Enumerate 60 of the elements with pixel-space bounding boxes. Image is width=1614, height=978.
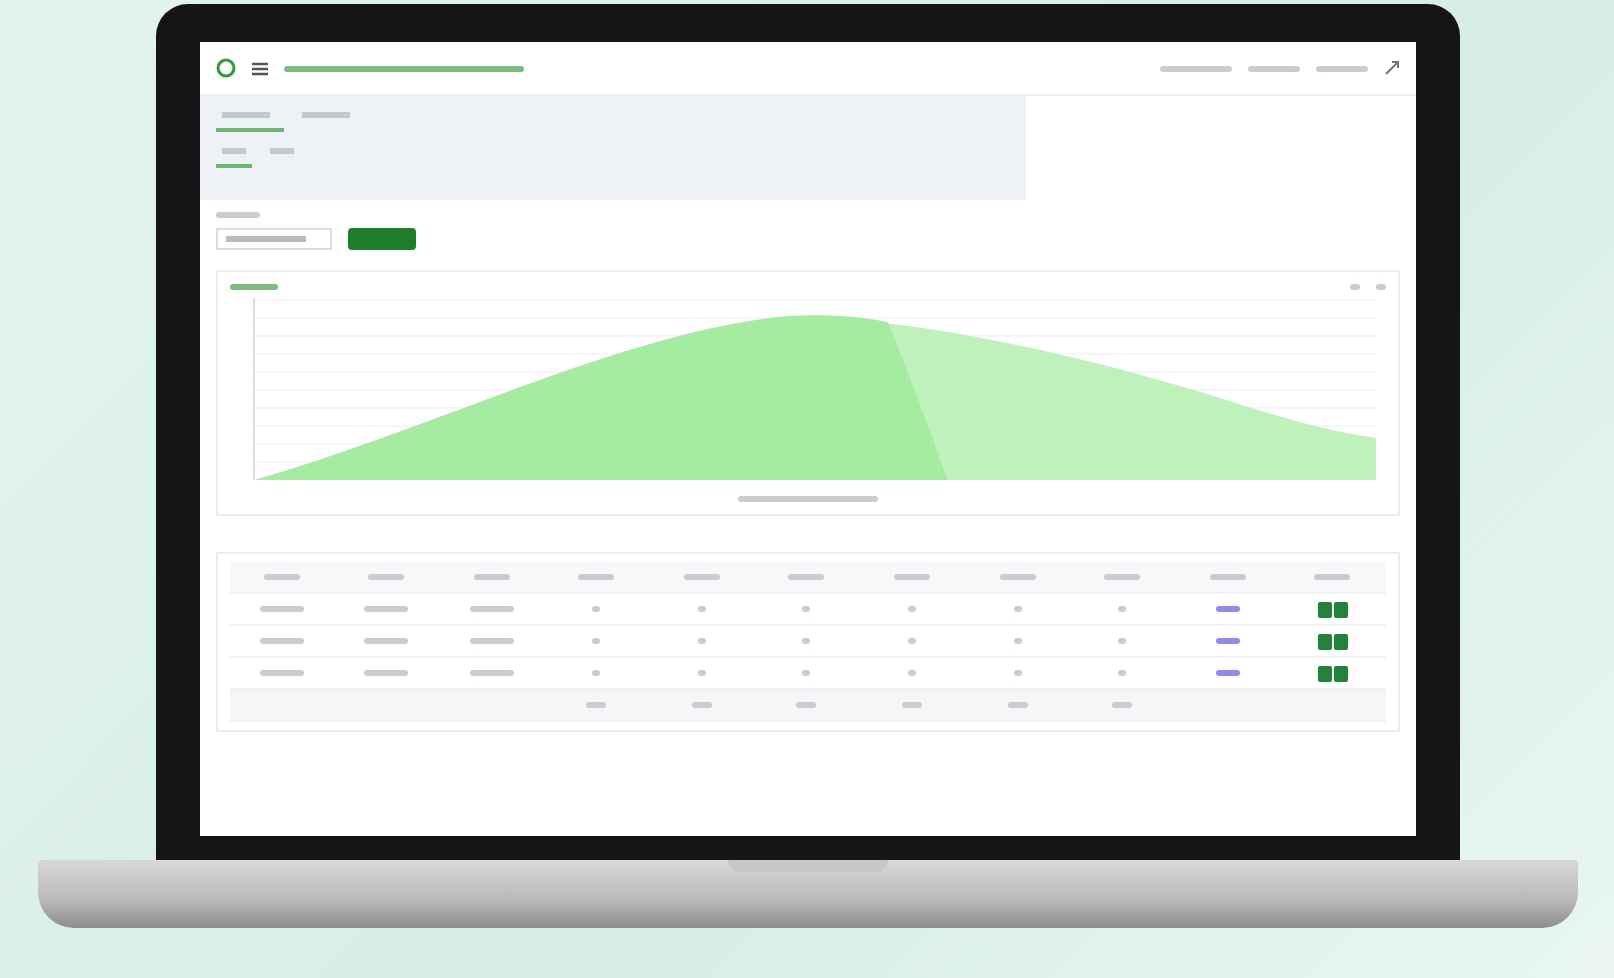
- blurred-chart-legend: [737, 496, 877, 502]
- blurred-column-header[interactable]: [473, 574, 510, 580]
- blurred-cell-text: [259, 670, 304, 676]
- blurred-cell-text: [592, 670, 601, 676]
- blurred-cell-text: [697, 670, 706, 676]
- blurred-cell-text: [1118, 606, 1127, 612]
- blurred-cell-text: [697, 606, 706, 612]
- blurred-column-header[interactable]: [999, 574, 1036, 580]
- blurred-total-text: [1007, 702, 1028, 708]
- blurred-cell-text: [1013, 670, 1022, 676]
- blurred-column-header[interactable]: [788, 574, 825, 580]
- blurred-column-header[interactable]: [263, 574, 300, 580]
- blurred-column-header[interactable]: [1209, 574, 1246, 580]
- blurred-chart-tool[interactable]: [1375, 284, 1385, 290]
- blurred-column-header[interactable]: [578, 574, 615, 580]
- blurred-total-text: [902, 702, 923, 708]
- blurred-column-header[interactable]: [368, 574, 405, 580]
- blurred-cell-text: [802, 606, 811, 612]
- blurred-link[interactable]: [1215, 606, 1240, 612]
- blurred-cell-text: [802, 670, 811, 676]
- blurred-total-text: [1112, 702, 1133, 708]
- blurred-cell-text: [1118, 670, 1127, 676]
- blurred-cell-text: [259, 638, 304, 644]
- blurred-column-header[interactable]: [683, 574, 720, 580]
- blurred-column-header[interactable]: [1314, 574, 1351, 580]
- blurred-cell-text: [908, 670, 917, 676]
- blurred-cell-text: [908, 606, 917, 612]
- blurred-cell-text: [592, 638, 601, 644]
- dropdown[interactable]: [215, 228, 331, 250]
- blurred-chart-title: [229, 284, 277, 290]
- blurred-header-text: [1159, 65, 1231, 71]
- blurred-label: [215, 212, 259, 218]
- blurred-column-header[interactable]: [1104, 574, 1141, 580]
- blurred-cell-text: [908, 638, 917, 644]
- blurred-total-text: [586, 702, 607, 708]
- blurred-cell-text: [364, 670, 409, 676]
- blurred-chart-tool[interactable]: [1349, 284, 1359, 290]
- blurred-column-header[interactable]: [894, 574, 931, 580]
- blurred-cell-text: [469, 670, 514, 676]
- blurred-header-action[interactable]: [1315, 65, 1367, 71]
- run-button[interactable]: [347, 228, 415, 250]
- menu-icon[interactable]: [251, 61, 267, 75]
- blurred-total-text: [796, 702, 817, 708]
- expand-icon[interactable]: [1383, 60, 1399, 76]
- blurred-cell-text: [469, 638, 514, 644]
- blurred-header-action[interactable]: [1247, 65, 1299, 71]
- blurred-cell-text: [1013, 638, 1022, 644]
- blurred-cell-text: [469, 606, 514, 612]
- blurred-cell-text: [364, 606, 409, 612]
- blurred-cell-text: [802, 638, 811, 644]
- blurred-link[interactable]: [1215, 638, 1240, 644]
- blurred-cell-text: [592, 606, 601, 612]
- blurred-link[interactable]: [1215, 670, 1240, 676]
- blurred-cell-text: [697, 638, 706, 644]
- blurred-total-text: [691, 702, 712, 708]
- blurred-cell-text: [259, 606, 304, 612]
- logo-icon: [215, 58, 235, 78]
- blurred-cell-text: [1013, 606, 1022, 612]
- blurred-cell-text: [364, 638, 409, 644]
- blurred-cell-text: [1118, 638, 1127, 644]
